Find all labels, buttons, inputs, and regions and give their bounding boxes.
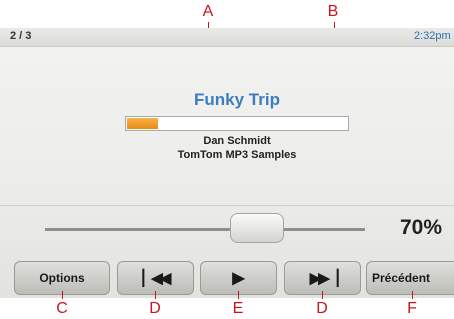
callout-d-line-1: [155, 291, 156, 299]
callout-d-2: D: [316, 300, 328, 317]
clock-time: 2:32pm: [414, 30, 451, 42]
back-button-label: Précédent: [372, 271, 431, 285]
track-position: 2 / 3: [10, 30, 32, 42]
divider: [0, 205, 454, 206]
playback-progress-fill: [127, 118, 158, 129]
album-name: TomTom MP3 Samples: [177, 149, 297, 161]
playback-progress-bar: [125, 116, 349, 131]
music-player-screen: 2 / 3 2:32pm Funky Trip Dan Schmidt TomT…: [0, 28, 454, 298]
status-bar: 2 / 3 2:32pm: [0, 28, 454, 47]
volume-percentage: 70%: [400, 216, 443, 239]
song-title: Funky Trip: [194, 90, 280, 109]
volume-slider-thumb[interactable]: [230, 213, 284, 243]
callout-d-1: D: [149, 300, 161, 317]
callout-e: E: [232, 300, 244, 317]
callout-e-line: [238, 291, 239, 299]
callout-b: B: [327, 3, 339, 20]
callout-f: F: [407, 300, 417, 317]
callout-d-line-2: [322, 291, 323, 299]
previous-track-button[interactable]: ▏◀◀: [117, 261, 194, 295]
callout-c: C: [56, 300, 68, 317]
skip-previous-icon: ▏◀◀: [142, 270, 172, 287]
volume-slider-track[interactable]: [45, 228, 365, 231]
options-button-label: Options: [39, 271, 85, 285]
callout-f-line: [412, 291, 413, 299]
options-button[interactable]: Options: [14, 261, 110, 295]
back-button[interactable]: Précédent: [366, 261, 454, 295]
callout-c-line: [62, 291, 63, 299]
play-button[interactable]: ▶: [200, 261, 277, 295]
artist-name: Dan Schmidt: [203, 135, 271, 147]
play-icon: ▶: [232, 270, 245, 287]
callout-a: A: [202, 3, 214, 20]
next-track-button[interactable]: ▶▶▕: [284, 261, 361, 295]
skip-next-icon: ▶▶▕: [309, 270, 339, 287]
